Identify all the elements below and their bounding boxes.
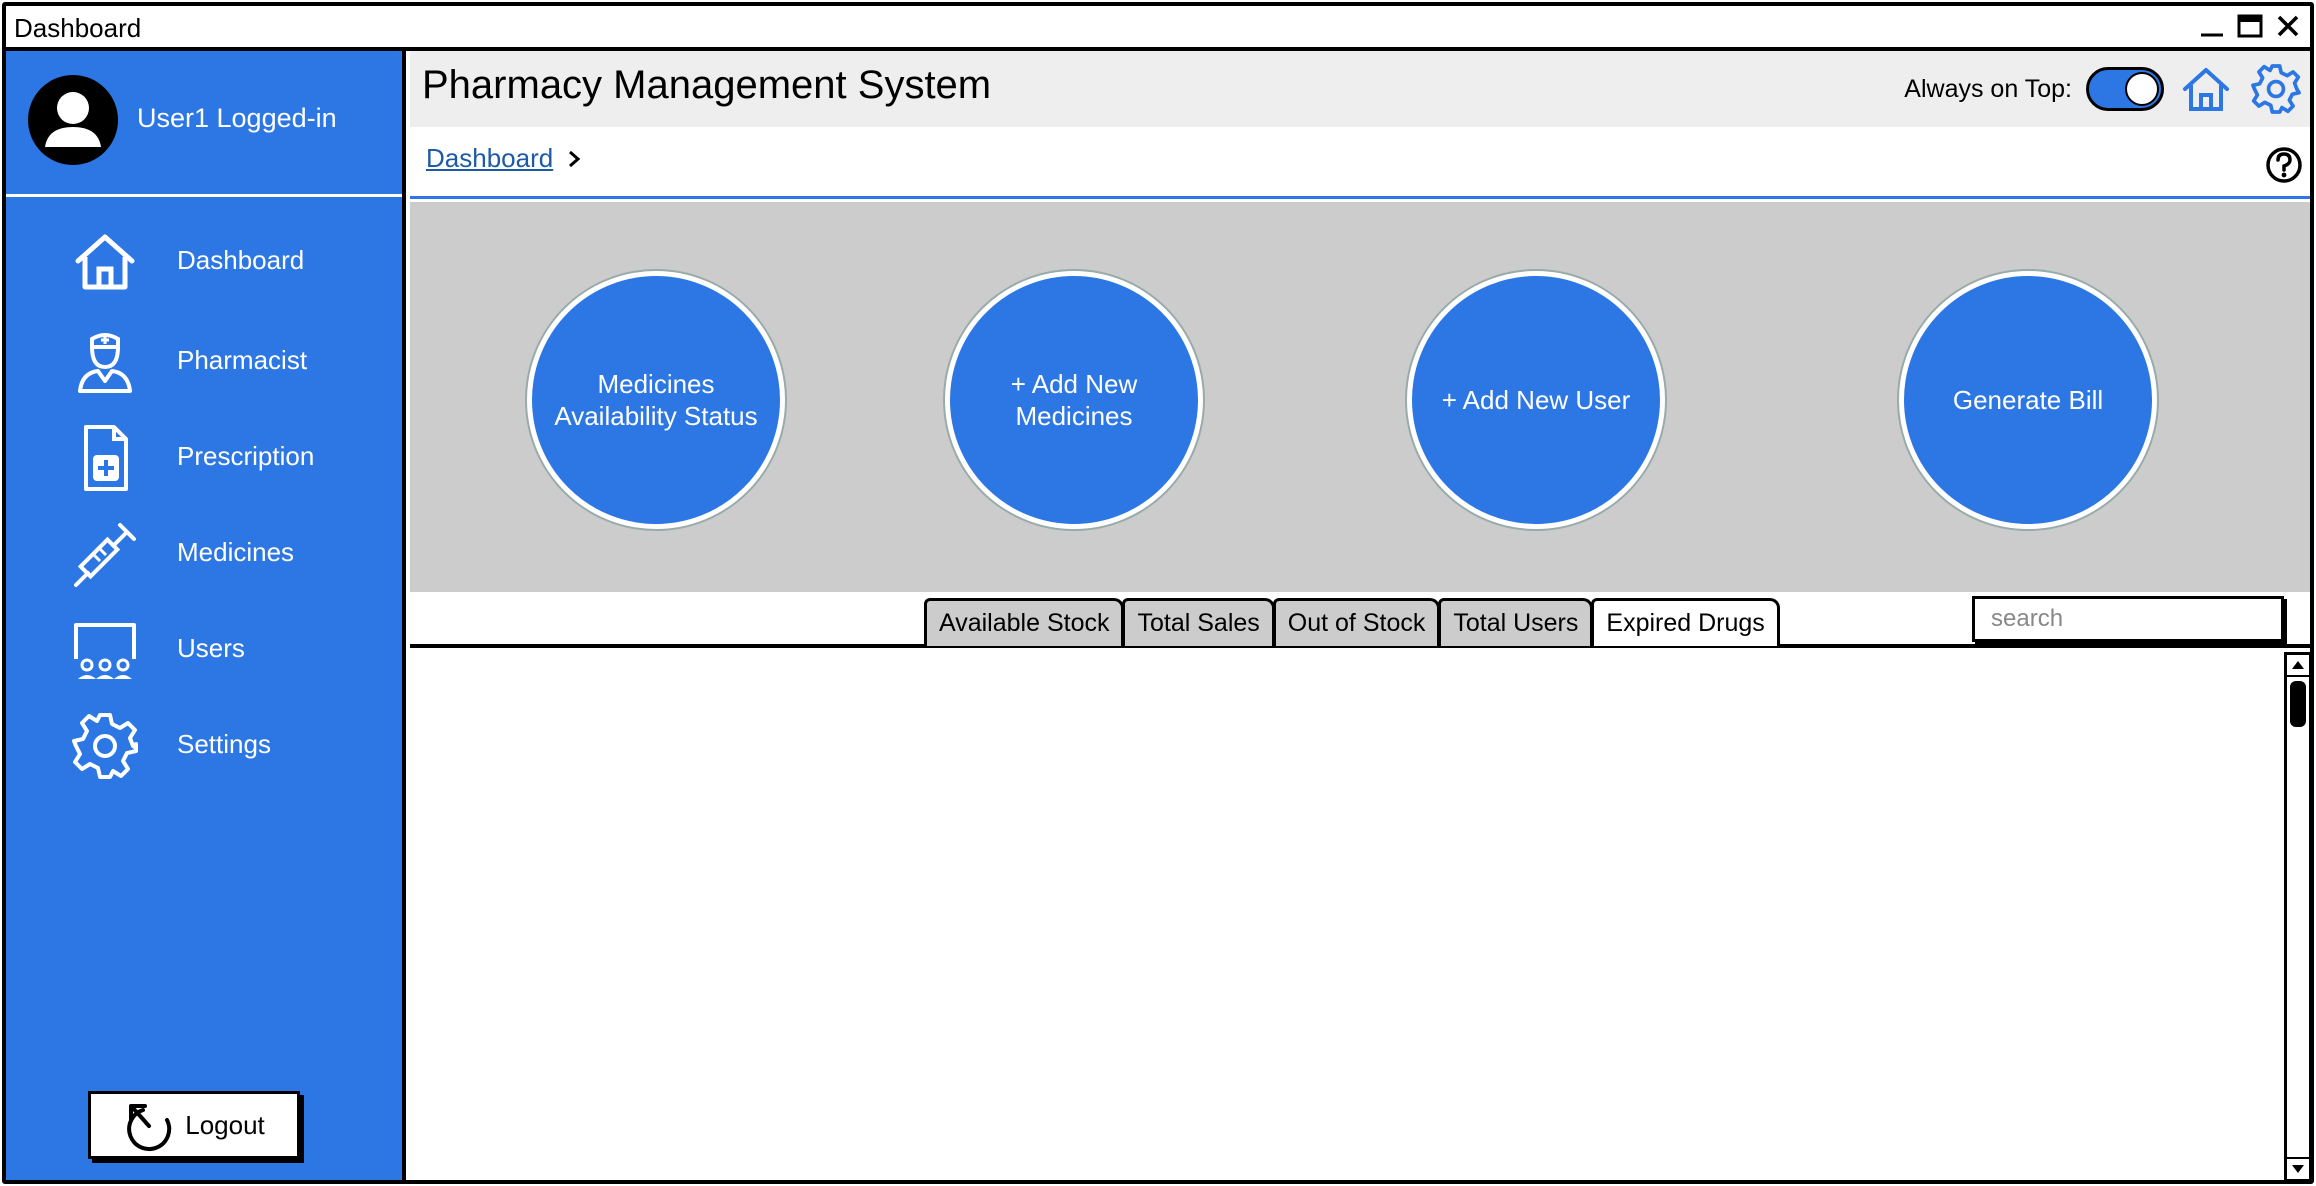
tab-total-users[interactable]: Total Users bbox=[1438, 598, 1594, 646]
window-titlebar: Dashboard bbox=[6, 6, 2310, 51]
toggle-knob bbox=[2125, 72, 2159, 106]
sidebar-item-users[interactable]: Users bbox=[6, 609, 402, 689]
always-on-top-label: Always on Top: bbox=[1904, 74, 2072, 103]
close-button[interactable] bbox=[2274, 12, 2302, 40]
logout-icon bbox=[127, 1104, 172, 1151]
logout-button[interactable]: Logout bbox=[88, 1091, 300, 1159]
add-new-user-button[interactable]: + Add New User bbox=[1407, 271, 1665, 529]
logout-label: Logout bbox=[185, 1109, 265, 1140]
settings-button[interactable] bbox=[2248, 61, 2304, 117]
add-new-medicines-button[interactable]: + Add New Medicines bbox=[945, 271, 1203, 529]
sidebar-item-label: Dashboard bbox=[177, 245, 305, 275]
search-box bbox=[1972, 596, 2301, 642]
search-input[interactable] bbox=[1991, 605, 2301, 633]
breadcrumb-link-dashboard[interactable]: Dashboard bbox=[426, 143, 553, 174]
user-block: User1 Logged-in bbox=[6, 51, 402, 197]
breadcrumb-bar: Dashboard bbox=[410, 127, 2310, 199]
sidebar-item-prescription[interactable]: Prescription bbox=[6, 417, 402, 497]
home-icon bbox=[75, 234, 135, 290]
home-icon bbox=[2183, 68, 2229, 111]
arrow-down-icon bbox=[2292, 1165, 2304, 1173]
user-status-label: User1 Logged-in bbox=[137, 103, 337, 133]
always-on-top-toggle[interactable] bbox=[2086, 67, 2164, 111]
pharmacist-icon bbox=[78, 333, 132, 393]
tab-available-stock[interactable]: Available Stock bbox=[924, 598, 1125, 646]
minimize-icon bbox=[2201, 33, 2223, 37]
maximize-icon bbox=[2237, 14, 2263, 38]
sidebar-item-medicines[interactable]: Medicines bbox=[6, 513, 402, 593]
maximize-button[interactable] bbox=[2236, 12, 2264, 40]
tabs-row: Available Stock Total Sales Out of Stock… bbox=[410, 592, 2310, 648]
sidebar-item-label: Pharmacist bbox=[177, 345, 308, 375]
gear-icon bbox=[72, 713, 138, 779]
close-icon bbox=[2277, 15, 2299, 37]
scroll-up-button[interactable] bbox=[2287, 655, 2309, 677]
sidebar-item-dashboard[interactable]: Dashboard bbox=[6, 221, 402, 301]
sidebar-item-label: Prescription bbox=[177, 441, 315, 471]
chevron-right-icon bbox=[569, 150, 581, 167]
window-controls bbox=[2198, 12, 2302, 40]
gear-icon bbox=[2251, 64, 2301, 114]
quick-actions-panel: Medicines Availability Status + Add New … bbox=[410, 202, 2310, 592]
sidebar-item-label: Medicines bbox=[177, 537, 295, 567]
app-header: Pharmacy Management System Always on Top… bbox=[410, 51, 2310, 127]
tab-expired-drugs[interactable]: Expired Drugs bbox=[1591, 598, 1780, 646]
sidebar-item-label: Users bbox=[177, 633, 245, 663]
breadcrumb: Dashboard bbox=[426, 143, 581, 174]
header-controls: Always on Top: bbox=[1904, 61, 2304, 117]
sidebar-item-settings[interactable]: Settings bbox=[6, 705, 402, 785]
tab-content-area bbox=[410, 648, 2310, 1180]
app-window: Dashboard User1 Logged-in Dashboard Phar… bbox=[2, 2, 2314, 1184]
minimize-button[interactable] bbox=[2198, 12, 2226, 40]
tab-total-sales[interactable]: Total Sales bbox=[1122, 598, 1275, 646]
medicines-availability-button[interactable]: Medicines Availability Status bbox=[527, 271, 785, 529]
help-icon[interactable] bbox=[2264, 145, 2304, 185]
window-title: Dashboard bbox=[14, 13, 142, 43]
page-title: Pharmacy Management System bbox=[422, 63, 992, 107]
main-area: Pharmacy Management System Always on Top… bbox=[410, 51, 2310, 1180]
sidebar-item-label: Settings bbox=[177, 729, 271, 759]
vertical-scrollbar[interactable] bbox=[2284, 652, 2310, 1180]
prescription-icon bbox=[84, 425, 128, 491]
syringe-icon bbox=[74, 523, 136, 587]
tab-out-of-stock[interactable]: Out of Stock bbox=[1272, 598, 1441, 646]
users-icon bbox=[74, 623, 136, 679]
sidebar: User1 Logged-in Dashboard Pharmacist Pre… bbox=[6, 51, 406, 1180]
user-avatar-icon bbox=[28, 75, 118, 165]
scroll-thumb[interactable] bbox=[2290, 681, 2306, 727]
home-button[interactable] bbox=[2178, 61, 2234, 117]
generate-bill-button[interactable]: Generate Bill bbox=[1899, 271, 2157, 529]
scroll-down-button[interactable] bbox=[2287, 1157, 2309, 1179]
arrow-up-icon bbox=[2292, 661, 2304, 669]
tab-bar: Available Stock Total Sales Out of Stock… bbox=[924, 598, 1780, 646]
sidebar-item-pharmacist[interactable]: Pharmacist bbox=[6, 321, 402, 401]
